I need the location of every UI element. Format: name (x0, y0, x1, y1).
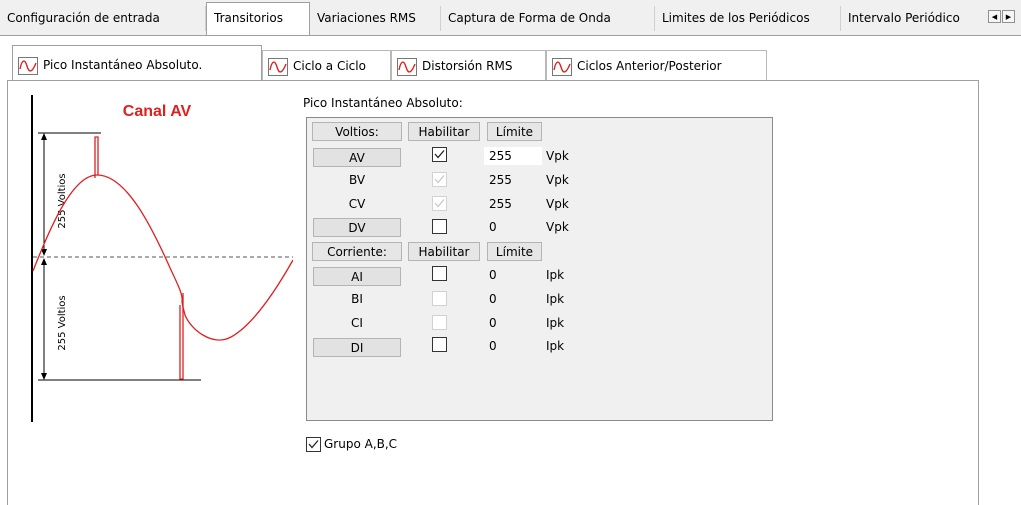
waveform-icon (552, 57, 572, 76)
ci-unit: Ipk (546, 316, 565, 330)
cv-enable-checkbox (432, 196, 447, 211)
dv-channel-button[interactable]: DV (313, 218, 401, 237)
check-icon (434, 175, 445, 184)
tab-scroll-right-button[interactable]: ▶ (1002, 10, 1015, 23)
bi-channel-label: BI (351, 292, 363, 306)
subtab-label: Pico Instantáneo Absoluto. (43, 58, 203, 72)
tab-captura-forma-onda[interactable]: Captura de Forma de Onda (441, 6, 655, 31)
di-channel-button[interactable]: DI (313, 338, 401, 357)
waveform-icon (18, 56, 38, 75)
waveform-icon (268, 57, 288, 76)
tab-label: Configuración de entrada (7, 11, 160, 25)
bv-unit: Vpk (546, 173, 569, 187)
cv-unit: Vpk (546, 197, 569, 211)
voltios-header: Voltios: (312, 122, 402, 141)
ai-limit-value: 0 (489, 268, 497, 282)
settings-section-label: Pico Instantáneo Absoluto: (303, 96, 463, 110)
cv-limit-value: 255 (489, 197, 512, 211)
dv-unit: Vpk (546, 220, 569, 234)
waveform-svg: Canal AV 255 Voltios 255 Voltios (31, 95, 294, 422)
subtab-label: Distorsión RMS (422, 59, 513, 73)
dv-enable-checkbox[interactable] (432, 219, 447, 234)
positive-spike (94, 136, 99, 178)
subtab-pico-instantaneo[interactable]: Pico Instantáneo Absoluto. (12, 45, 262, 81)
arrow-up-icon (41, 133, 47, 140)
tab-transitorios[interactable]: Transitorios (206, 2, 310, 36)
grupo-abc-option[interactable]: Grupo A,B,C (306, 436, 397, 452)
waveform-diagram: Canal AV 255 Voltios 255 Voltios (31, 95, 294, 422)
dv-limit-value: 0 (489, 220, 497, 234)
arrow-left-icon: ◀ (991, 13, 998, 21)
tab-label: Captura de Forma de Onda (448, 11, 611, 25)
subtab-label: Ciclo a Ciclo (293, 59, 366, 73)
ci-channel-label: CI (351, 316, 363, 330)
lower-voltage-label: 255 Voltios (57, 295, 68, 350)
ai-channel-button[interactable]: AI (313, 267, 401, 286)
av-limit-value: 255 (489, 149, 512, 163)
limite-header: Límite (487, 242, 542, 261)
bv-enable-checkbox (432, 172, 447, 187)
cv-channel-label: CV (348, 197, 366, 211)
corriente-header: Corriente: (312, 242, 402, 261)
tab-label: Transitorios (214, 11, 283, 25)
tab-label: Limites de los Periódicos (662, 11, 810, 25)
bi-unit: Ipk (546, 292, 565, 306)
check-icon (434, 199, 445, 208)
av-unit: Vpk (546, 149, 569, 163)
di-limit-value: 0 (489, 339, 497, 353)
tab-scroll-left-button[interactable]: ◀ (988, 10, 1001, 23)
di-enable-checkbox[interactable] (432, 337, 447, 352)
tab-variaciones-rms[interactable]: Variaciones RMS (310, 6, 441, 31)
subtab-distorsion-rms[interactable]: Distorsión RMS (391, 50, 546, 80)
check-icon (308, 440, 319, 449)
arrow-right-icon: ▶ (1005, 13, 1012, 21)
bi-limit-value: 0 (489, 292, 497, 306)
ai-enable-checkbox[interactable] (432, 266, 447, 281)
check-icon (434, 150, 445, 159)
tab-label: Variaciones RMS (317, 11, 416, 25)
bv-limit-value: 255 (489, 173, 512, 187)
subtab-ciclo-a-ciclo[interactable]: Ciclo a Ciclo (262, 50, 391, 80)
waveform-icon (397, 57, 417, 76)
habilitar-header: Habilitar (408, 122, 480, 141)
ci-limit-value: 0 (489, 316, 497, 330)
grupo-abc-checkbox[interactable] (306, 437, 321, 452)
tab-limites-periodicos[interactable]: Limites de los Periódicos (655, 6, 841, 31)
av-enable-checkbox[interactable] (432, 147, 447, 162)
limite-header: Límite (487, 122, 542, 141)
diagram-title: Canal AV (123, 103, 192, 120)
top-tab-strip: Configuración de entrada Transitorios Va… (0, 0, 1021, 36)
arrow-up-icon (41, 258, 47, 265)
bi-enable-checkbox (432, 291, 447, 306)
subtab-label: Ciclos Anterior/Posterior (577, 59, 722, 73)
arrow-down-icon (41, 373, 47, 380)
av-channel-button[interactable]: AV (313, 148, 401, 167)
negative-spike (179, 293, 184, 380)
ai-unit: Ipk (546, 268, 565, 282)
habilitar-header: Habilitar (408, 242, 480, 261)
ci-enable-checkbox (432, 315, 447, 330)
bv-channel-label: BV (348, 173, 366, 187)
grupo-abc-label: Grupo A,B,C (324, 437, 398, 451)
tab-intervalo-periodico[interactable]: Intervalo Periódico (841, 6, 987, 31)
tab-label: Intervalo Periódico (848, 11, 960, 25)
tab-configuracion-entrada[interactable]: Configuración de entrada (0, 6, 206, 31)
di-unit: Ipk (546, 339, 565, 353)
subtab-ciclos-anterior-posterior[interactable]: Ciclos Anterior/Posterior (546, 50, 767, 80)
